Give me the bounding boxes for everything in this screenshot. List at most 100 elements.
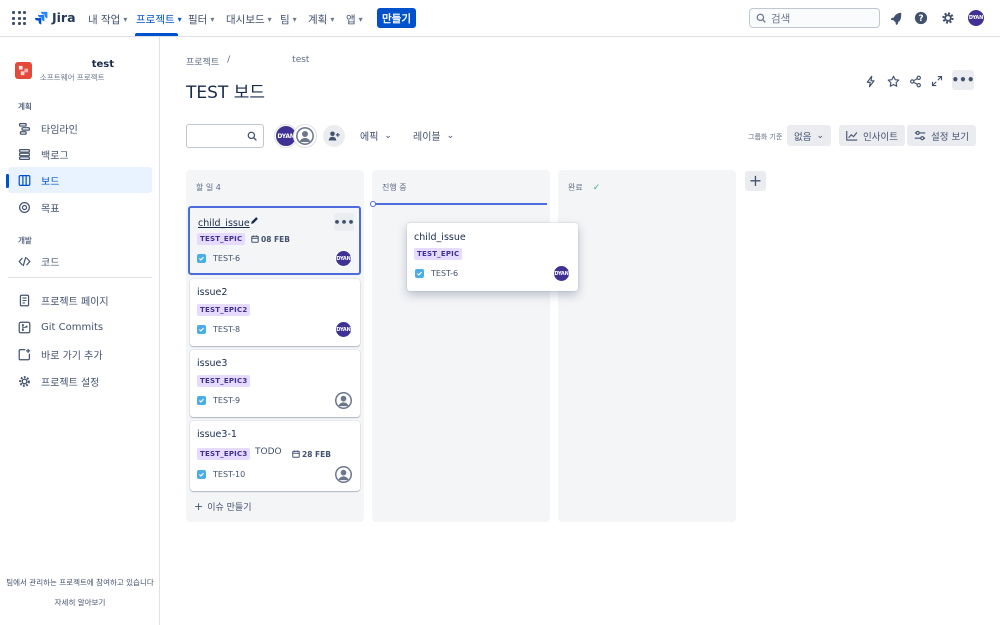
add-column-button[interactable]: + xyxy=(745,171,766,191)
issue-key[interactable]: TEST-10 xyxy=(213,470,245,479)
star-icon[interactable] xyxy=(885,73,901,89)
svg-text:?: ? xyxy=(918,14,923,24)
dragged-card-preview[interactable]: child_issue TEST_EPIC TEST-6 DYAN xyxy=(407,223,578,291)
insights-label: 인사이트 xyxy=(863,131,898,143)
sidebar-item-label: 목표 xyxy=(41,203,60,215)
sidebar-item-timeline[interactable]: 타임라인 xyxy=(8,115,152,141)
timeline-icon xyxy=(19,122,30,135)
issue-key[interactable]: TEST-6 xyxy=(213,254,240,263)
view-settings-button[interactable]: 설정 보기 xyxy=(907,125,976,146)
project-avatar-icon xyxy=(15,62,32,79)
chevron-down-icon: ▾ xyxy=(330,15,335,24)
column-header: 할 일 4 xyxy=(196,182,221,193)
nav-projects[interactable]: 프로젝트 ▾ xyxy=(136,12,182,27)
insights-button[interactable]: 인사이트 xyxy=(839,125,905,146)
add-shortcut-icon xyxy=(18,348,31,360)
breadcrumb: 프로젝트 / test xyxy=(186,55,309,68)
column-header: 완료 ✓ xyxy=(568,182,600,193)
learn-more-link[interactable]: 자세히 알아보기 xyxy=(0,597,160,608)
label-filter-dropdown[interactable]: 레이블 ⌄ xyxy=(413,128,454,144)
issue-card-test-9[interactable]: issue3 TEST_EPIC3 TEST-9 xyxy=(190,350,360,417)
breadcrumb-project[interactable]: test xyxy=(292,55,309,68)
card-title: issue3-1 xyxy=(197,429,237,440)
sidebar-item-board[interactable]: 보드 xyxy=(8,167,152,193)
nav-filters[interactable]: 필터 ▾ xyxy=(188,12,214,27)
board-icon xyxy=(18,174,31,186)
sidebar-item-label: 프로젝트 설정 xyxy=(41,377,100,389)
epic-filter-dropdown[interactable]: 에픽 ⌄ xyxy=(360,128,392,144)
group-by-value: 없음 xyxy=(794,131,812,143)
done-check-icon: ✓ xyxy=(592,182,601,193)
chevron-down-icon: ▾ xyxy=(177,15,182,24)
project-type: 소프트웨어 프로젝트 xyxy=(40,73,105,82)
sidebar-item-label: 프로젝트 페이지 xyxy=(41,296,109,308)
create-issue-button[interactable]: + 이슈 만들기 xyxy=(194,500,251,513)
status-text: TODO xyxy=(255,447,282,457)
unassigned-avatar[interactable] xyxy=(335,466,352,483)
issue-key[interactable]: TEST-8 xyxy=(213,325,240,334)
section-label-dev: 개발 xyxy=(18,236,32,245)
group-by-dropdown[interactable]: 없음 ⌄ xyxy=(787,125,832,146)
sidebar-item-label: 백로그 xyxy=(41,150,69,162)
chart-trend-icon xyxy=(846,131,858,141)
due-date: 08 FEB xyxy=(251,233,290,245)
help-icon[interactable]: ? xyxy=(913,10,929,26)
sidebar-footer-text: 팀에서 관리하는 프로젝트에 참여하고 있습니다 xyxy=(6,578,154,587)
jira-logo[interactable]: Jira xyxy=(34,10,76,25)
sidebar-item-label: 바로 가기 추가 xyxy=(41,350,103,362)
sidebar-item-backlog[interactable]: 백로그 xyxy=(8,141,152,167)
nav-plans[interactable]: 계획 ▾ xyxy=(308,12,334,27)
column-title: 완료 xyxy=(568,183,583,192)
nav-dashboards[interactable]: 대시보드 ▾ xyxy=(226,12,272,27)
nav-apps[interactable]: 앱 ▾ xyxy=(346,12,363,27)
epic-filter-label: 에픽 xyxy=(360,132,379,143)
sidebar-item-add-shortcut[interactable]: 바로 가기 추가 xyxy=(8,341,152,367)
unassigned-avatar[interactable] xyxy=(335,392,352,409)
user-avatar[interactable]: DYAN xyxy=(967,9,985,27)
board-search-input[interactable] xyxy=(186,124,264,148)
calendar-icon xyxy=(251,235,259,243)
epic-lozenge: TEST_EPIC3 xyxy=(197,375,251,387)
nav-teams[interactable]: 팀 ▾ xyxy=(280,12,297,27)
unassigned-avatar[interactable] xyxy=(294,125,316,147)
create-button[interactable]: 만들기 xyxy=(377,8,416,28)
notifications-rocket-icon[interactable] xyxy=(888,10,904,26)
issue-card-test-10[interactable]: issue3-1 TEST_EPIC3 TODO 28 FEB TEST-10 xyxy=(190,421,360,491)
column-title: 할 일 4 xyxy=(196,183,221,192)
person-icon xyxy=(335,392,352,409)
share-icon[interactable] xyxy=(907,73,923,89)
card-title[interactable]: child_issue xyxy=(198,218,250,229)
task-type-icon xyxy=(415,269,424,278)
sidebar-item-git-commits[interactable]: Git Commits xyxy=(8,314,152,340)
sidebar-item-project-pages[interactable]: 프로젝트 페이지 xyxy=(8,287,152,313)
card-more-button[interactable]: ••• xyxy=(333,213,355,231)
task-type-icon xyxy=(197,325,206,334)
project-sidebar: test 소프트웨어 프로젝트 계획 타임라인 백로그 보드 목표 개발 코드 … xyxy=(0,37,160,625)
breadcrumb-projects[interactable]: 프로젝트 xyxy=(186,55,219,68)
issue-card-test-6[interactable]: child_issue ••• TEST_EPIC 08 FEB TEST-6 … xyxy=(188,206,361,275)
task-type-icon xyxy=(197,470,206,479)
task-type-icon xyxy=(197,254,206,263)
more-actions-button[interactable]: ••• xyxy=(952,70,975,90)
settings-gear-icon[interactable] xyxy=(940,10,956,26)
issue-key[interactable]: TEST-9 xyxy=(213,396,240,405)
assignee-avatar[interactable]: DYAN xyxy=(335,321,352,338)
sidebar-item-label: 보드 xyxy=(41,176,60,188)
sidebar-item-code[interactable]: 코드 xyxy=(8,248,152,274)
global-search-input[interactable]: 검색 xyxy=(749,8,880,28)
edit-pencil-icon[interactable] xyxy=(250,216,259,225)
nav-label: 내 작업 xyxy=(88,14,121,26)
chevron-down-icon: ▾ xyxy=(123,15,128,24)
app-switcher-icon[interactable] xyxy=(12,11,26,25)
automation-lightning-icon[interactable] xyxy=(863,73,879,89)
add-people-button[interactable] xyxy=(323,125,345,147)
issue-card-test-8[interactable]: issue2 TEST_EPIC2 TEST-8 DYAN xyxy=(190,279,360,346)
fullscreen-expand-icon[interactable] xyxy=(929,73,945,89)
card-title: issue3 xyxy=(197,358,228,369)
nav-label: 계획 xyxy=(308,14,328,26)
nav-my-work[interactable]: 내 작업 ▾ xyxy=(88,12,127,27)
sidebar-item-project-settings[interactable]: 프로젝트 설정 xyxy=(8,368,152,394)
sidebar-item-goals[interactable]: 목표 xyxy=(8,194,152,220)
assignee-avatar[interactable]: DYAN xyxy=(335,250,352,267)
top-navigation: Jira 내 작업 ▾ 프로젝트 ▾ 필터 ▾ 대시보드 ▾ 팀 ▾ 계획 ▾ 앱 ▾ 만들기… xyxy=(0,0,1000,37)
